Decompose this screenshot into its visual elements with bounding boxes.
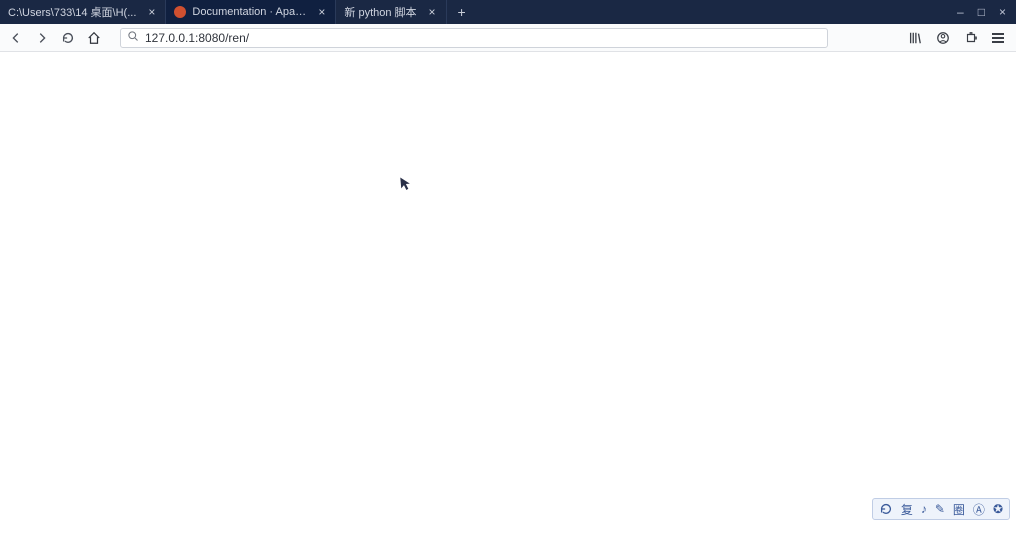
cursor-icon (399, 176, 413, 196)
tab-label: C:\Users\733\14 桌面\H(... (8, 4, 136, 20)
home-button[interactable] (86, 30, 102, 46)
toolbar-icons (908, 31, 1008, 45)
tab-label: 新 python 脚本 (344, 4, 416, 20)
new-tab-button[interactable]: + (447, 0, 477, 24)
browser-tab-2[interactable]: 新 python 脚本 × (336, 0, 446, 24)
window-controls: – □ × (957, 0, 1016, 24)
favicon-icon (174, 6, 186, 18)
ime-toolbar[interactable]: 复 ♪ ✎ 圈 Ⓐ ✪ (872, 498, 1010, 520)
search-icon (127, 30, 139, 45)
forward-button[interactable] (34, 30, 50, 46)
browser-tab-0[interactable]: C:\Users\733\14 桌面\H(... × (0, 0, 166, 24)
tab-label: Documentation · Apache E... (192, 6, 306, 18)
back-button[interactable] (8, 30, 24, 46)
reload-button[interactable] (60, 30, 76, 46)
url-input[interactable] (145, 31, 821, 45)
ime-item-5[interactable]: Ⓐ (973, 501, 985, 518)
extension-icon[interactable] (964, 31, 978, 45)
maximize-button[interactable]: □ (978, 5, 985, 19)
page-content: 复 ♪ ✎ 圈 Ⓐ ✪ (0, 52, 1016, 540)
tab-bar: C:\Users\733\14 桌面\H(... × Documentation… (0, 0, 1016, 24)
close-tab-icon[interactable]: × (146, 5, 157, 19)
close-tab-icon[interactable]: × (427, 5, 438, 19)
minimize-button[interactable]: – (957, 5, 964, 19)
ime-item-4[interactable]: 圈 (953, 501, 965, 518)
url-bar[interactable] (120, 28, 828, 48)
account-icon[interactable] (936, 31, 950, 45)
ime-item-1[interactable]: 复 (901, 501, 913, 518)
nav-bar (0, 24, 1016, 52)
ime-refresh-icon[interactable] (879, 502, 893, 516)
close-window-button[interactable]: × (999, 5, 1006, 19)
close-tab-icon[interactable]: × (316, 5, 327, 19)
browser-tab-1[interactable]: Documentation · Apache E... × (166, 0, 336, 24)
ime-item-3[interactable]: ✎ (935, 502, 945, 516)
ime-item-6[interactable]: ✪ (993, 502, 1003, 516)
ime-item-2[interactable]: ♪ (921, 502, 927, 516)
menu-icon[interactable] (992, 33, 1004, 43)
library-icon[interactable] (908, 31, 922, 45)
